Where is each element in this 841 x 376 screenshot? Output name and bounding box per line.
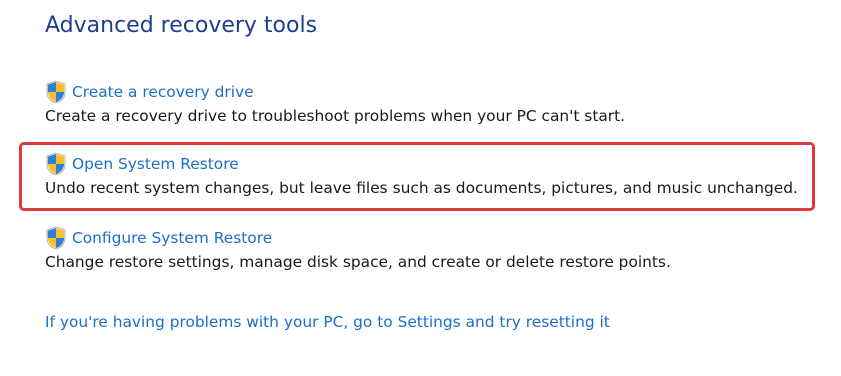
open-system-restore-link[interactable]: Open System Restore (72, 155, 239, 173)
configure-system-restore-description: Change restore settings, manage disk spa… (45, 253, 671, 271)
tool-create-recovery-drive: Create a recovery drive Create a recover… (45, 80, 625, 125)
uac-shield-icon (45, 80, 67, 104)
create-recovery-drive-link[interactable]: Create a recovery drive (72, 83, 254, 101)
configure-system-restore-link[interactable]: Configure System Restore (72, 229, 272, 247)
uac-shield-icon (45, 226, 67, 250)
open-system-restore-description: Undo recent system changes, but leave fi… (45, 179, 798, 197)
create-recovery-drive-description: Create a recovery drive to troubleshoot … (45, 107, 626, 125)
uac-shield-icon (45, 152, 67, 176)
reset-pc-settings-link[interactable]: If you're having problems with your PC, … (45, 313, 610, 331)
tool-configure-system-restore: Configure System Restore Change restore … (45, 226, 671, 271)
page-title: Advanced recovery tools (45, 13, 318, 38)
tool-link-row[interactable]: Open System Restore (45, 152, 798, 176)
tool-link-row[interactable]: Create a recovery drive (45, 80, 625, 104)
tool-link-row[interactable]: Configure System Restore (45, 226, 671, 250)
tool-open-system-restore: Open System Restore Undo recent system c… (45, 152, 798, 197)
